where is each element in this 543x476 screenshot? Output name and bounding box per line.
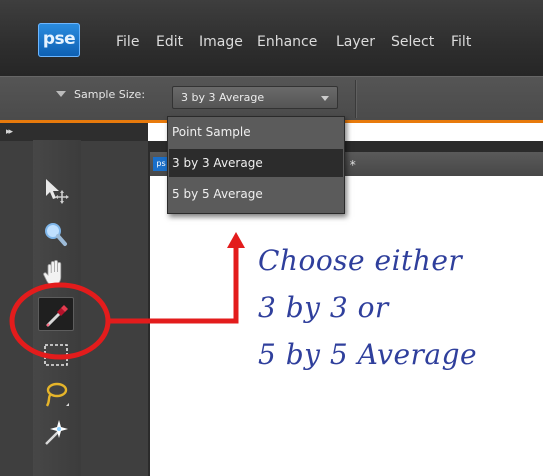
marquee-tool-icon[interactable] (38, 338, 74, 372)
options-divider (355, 80, 356, 118)
sample-size-label: Sample Size: (74, 88, 146, 101)
sample-size-value: 3 by 3 Average (181, 91, 265, 104)
collapse-toolbox-icon[interactable]: ▸▸ (6, 127, 13, 137)
sample-size-dropdown: Point Sample 3 by 3 Average 5 by 5 Avera… (167, 116, 345, 214)
magic-wand-tool-icon[interactable] (38, 414, 74, 448)
menu-edit[interactable]: Edit (156, 34, 183, 50)
sample-size-select[interactable]: 3 by 3 Average (172, 86, 338, 109)
option-5-by-5-average[interactable]: 5 by 5 Average (169, 180, 343, 208)
tool-preset-chevron-icon[interactable] (56, 91, 66, 97)
annotation-line-1: Choose either (258, 244, 463, 277)
menu-layer[interactable]: Layer (336, 34, 375, 50)
option-point-sample[interactable]: Point Sample (169, 118, 343, 146)
toolbox-header (0, 123, 148, 141)
menu-enhance[interactable]: Enhance (257, 34, 317, 50)
zoom-tool-icon[interactable] (38, 218, 74, 252)
menu-select[interactable]: Select (391, 34, 434, 50)
option-3-by-3-average[interactable]: 3 by 3 Average (169, 149, 343, 177)
hand-tool-icon[interactable] (38, 256, 74, 290)
menu-file[interactable]: File (116, 34, 139, 50)
app-logo: pse (38, 23, 80, 57)
image-canvas[interactable] (150, 176, 543, 476)
move-tool-icon[interactable] (38, 172, 74, 206)
menu-filter[interactable]: Filt (451, 34, 471, 50)
chevron-down-icon (321, 96, 329, 101)
lasso-tool-icon[interactable] (38, 378, 74, 412)
annotation-line-3: 5 by 5 Average (258, 338, 478, 371)
eyedropper-tool-icon[interactable] (38, 297, 74, 331)
menu-image[interactable]: Image (199, 34, 243, 50)
annotation-line-2: 3 by 3 or (258, 291, 389, 324)
app-window: pse File Edit Image Enhance Layer Select… (0, 0, 543, 476)
